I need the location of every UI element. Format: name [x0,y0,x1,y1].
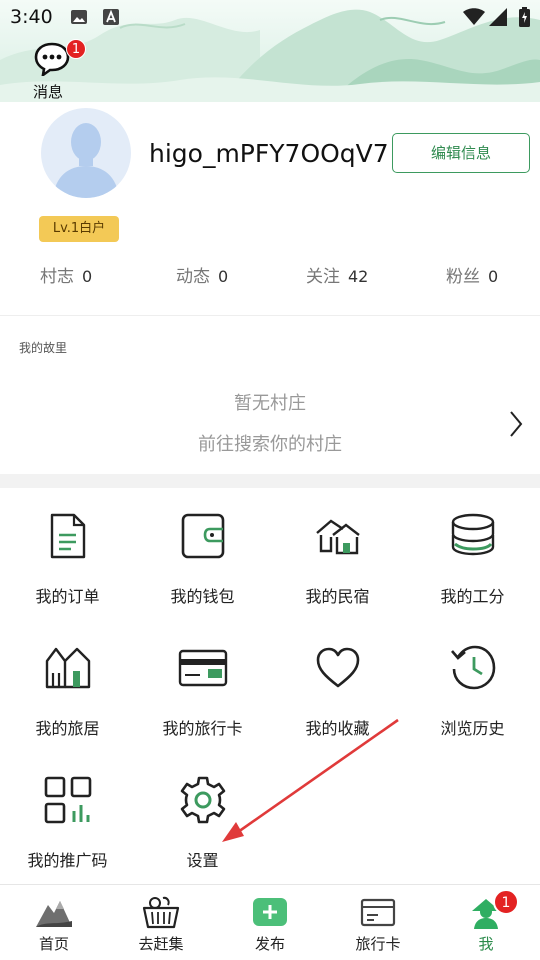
grid-item-label: 我的工分 [440,587,505,606]
no-village-text: 暂无村庄 [234,393,306,414]
nav-label: 我 [478,935,494,953]
grid-item-travel-stay[interactable]: 我的旅居 [0,643,135,753]
stat-value: 0 [488,267,499,286]
stat-label: 粉丝 [446,267,480,287]
qr-code-icon [44,776,91,824]
level-badge: Lv.1白户 [39,216,119,242]
story-section-title: 我的故里 [19,341,68,355]
grid-item-orders[interactable]: 我的订单 [0,511,135,621]
stat-label: 关注 [306,267,340,287]
stat-label: 动态 [176,267,210,287]
grid-item-label: 设置 [186,851,219,870]
chevron-right-icon[interactable] [508,409,524,439]
mountain-home-icon [36,901,72,927]
nav-market[interactable]: 去赶集 [107,885,215,960]
grid-item-label: 我的推广码 [27,851,108,870]
grid-item-homestay[interactable]: 我的民宿 [270,511,405,621]
avatar[interactable] [41,108,131,198]
grid-item-label: 我的旅居 [35,719,100,738]
plus-icon [253,898,287,926]
grid-item-settings[interactable]: 设置 [135,775,270,885]
grid-item-label: 我的旅行卡 [162,719,243,738]
username: higo_mPFY7OOqV7 [149,139,389,168]
stat-followers[interactable]: 粉丝 0 [446,262,498,287]
grid-item-work-points[interactable]: 我的工分 [405,511,540,621]
travel-card-icon [178,649,227,687]
wallet-icon [181,513,224,559]
search-village-link[interactable]: 前往搜索你的村庄 [0,430,540,456]
stat-posts[interactable]: 动态 0 [176,262,228,287]
grid-item-label: 浏览历史 [440,719,505,738]
battery-icon [519,7,530,27]
stats-row: 村志 0 动态 0 关注 42 粉丝 0 [0,262,540,308]
divider [0,315,540,316]
section-gap [0,474,540,488]
grid-item-label: 我的订单 [35,587,100,606]
heart-icon [316,647,359,688]
stat-following[interactable]: 关注 42 [306,262,368,287]
messages-badge: 1 [66,39,86,59]
edit-profile-button[interactable]: 编辑信息 [392,133,530,173]
homestay-icon [315,519,360,555]
grid-item-label: 我的收藏 [305,719,370,738]
nav-publish[interactable]: 发布 [216,885,324,960]
grid-item-label: 我的钱包 [170,587,235,606]
card-icon [360,898,396,927]
stat-value: 42 [348,267,369,286]
grid-item-travel-card[interactable]: 我的旅行卡 [135,643,270,753]
history-icon [450,645,495,690]
coins-icon [451,513,494,556]
grid-item-favorites[interactable]: 我的收藏 [270,643,405,753]
nav-label: 发布 [254,935,285,953]
nav-label: 首页 [38,935,69,953]
me-badge: 1 [493,889,519,915]
nav-travel-card[interactable]: 旅行卡 [324,885,432,960]
nav-label: 去赶集 [138,935,184,953]
grid-item-label: 我的民宿 [305,587,370,606]
bottom-nav: 首页 去赶集 发布 旅行卡 我 [0,884,540,960]
order-icon [50,513,85,559]
nav-home[interactable]: 首页 [0,885,108,960]
signal-icon [489,8,507,26]
messages-label: 消息 [33,83,64,101]
stat-village-records[interactable]: 村志 0 [40,262,92,287]
wifi-icon [463,8,485,25]
nav-label: 旅行卡 [355,935,401,953]
stat-value: 0 [218,267,229,286]
basket-icon [142,896,180,929]
gear-icon [180,776,225,824]
stat-value: 0 [82,267,93,286]
default-avatar-icon [53,123,119,198]
travel-stay-icon [45,647,90,689]
grid-item-history[interactable]: 浏览历史 [405,643,540,753]
image-notification-icon [71,10,87,24]
grid-item-promo-code[interactable]: 我的推广码 [0,775,135,885]
chat-bubble-icon [34,42,70,76]
stat-label: 村志 [40,267,74,287]
text-notification-icon [103,9,119,25]
nav-me[interactable]: 我 [432,885,540,960]
status-time: 3:40 [10,6,53,28]
grid-item-wallet[interactable]: 我的钱包 [135,511,270,621]
status-bar: 3:40 [0,0,540,36]
